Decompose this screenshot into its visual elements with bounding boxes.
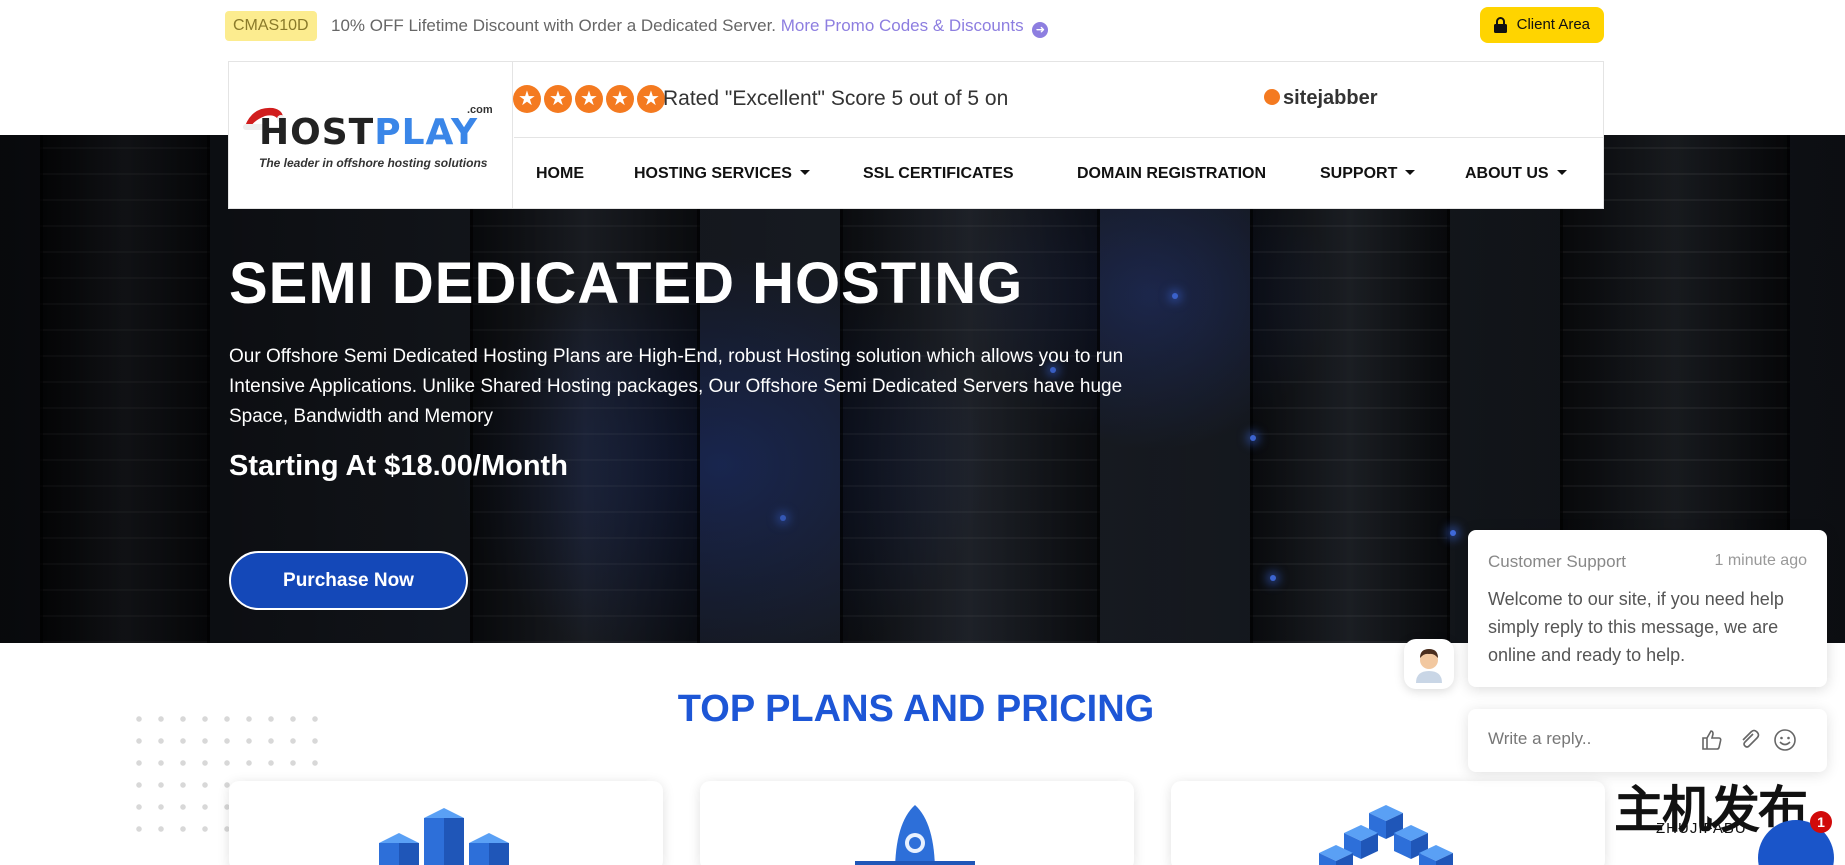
star-icon [513,85,541,113]
site-header: HOSTPLAY .com The leader in offshore hos… [228,61,1604,209]
main-nav: HOME HOSTING SERVICES SSL CERTIFICATES D… [514,139,1604,209]
watermark-en: ZHUJIFABU [1656,820,1747,837]
rating-bar: Rated "Excellent" Score 5 out of 5 on si… [513,62,1604,138]
caret-down-icon [1556,170,1567,175]
nav-item-about-us[interactable]: ABOUT US [1465,165,1567,183]
promo-bar: CMAS10D 10% OFF Lifetime Discount with O… [0,0,1845,50]
sitejabber-logo[interactable]: sitejabber [1264,87,1377,110]
nav-item-domain-registration[interactable]: DOMAIN REGISTRATION [1077,165,1266,183]
nav-item-hosting-services[interactable]: HOSTING SERVICES [634,165,810,183]
nav-item-ssl-certificates[interactable]: SSL CERTIFICATES [863,165,1014,183]
promo-text: 10% OFF Lifetime Discount with Order a D… [331,16,777,35]
lock-icon [1494,17,1507,33]
nav-item-home[interactable]: HOME [536,165,584,183]
emoji-icon[interactable] [1773,728,1797,752]
chat-reply-input[interactable] [1488,729,1688,749]
chat-message: Welcome to our site, if you need help si… [1488,589,1784,665]
caret-down-icon [1405,170,1416,175]
logo-domain: .com [467,104,493,116]
star-icon [575,85,603,113]
thumbs-up-icon[interactable] [1700,728,1724,752]
cubes-icon [1319,805,1453,865]
chat-sender: Customer Support [1488,552,1626,571]
caret-down-icon [799,170,810,175]
paperclip-icon[interactable] [1737,728,1761,752]
promo-message: 10% OFF Lifetime Discount with Order a D… [331,16,1049,38]
plan-card[interactable] [700,781,1134,865]
client-area-button[interactable]: Client Area [1480,7,1604,43]
purchase-now-button[interactable]: Purchase Now [229,551,468,610]
star-icon [544,85,572,113]
chat-reply-box [1468,709,1827,772]
rocket-icon [855,805,975,865]
site-logo[interactable]: HOSTPLAY .com The leader in offshore hos… [229,62,513,208]
buildings-icon [379,808,509,865]
plan-card[interactable] [1171,781,1605,865]
client-area-label: Client Area [1516,16,1590,33]
star-icon [637,85,665,113]
hero-title: SEMI DEDICATED HOSTING [229,251,1024,316]
promo-link[interactable]: More Promo Codes & Discounts [781,16,1024,35]
logo-tagline: The leader in offshore hosting solutions [259,156,488,170]
chat-message-card: Customer Support 1 minute ago Welcome to… [1468,530,1827,687]
hero-price: Starting At $18.00/Month [229,450,568,482]
star-icon [606,85,634,113]
sitejabber-icon [1264,89,1280,105]
support-agent-avatar[interactable] [1404,639,1454,689]
agent-icon [1416,649,1442,683]
promo-code-badge: CMAS10D [225,11,317,41]
arrow-right-circle-icon[interactable]: ➜ [1032,22,1049,38]
logo-wordmark: HOSTPLAY [259,112,479,153]
nav-item-support[interactable]: SUPPORT [1320,165,1416,183]
plan-card[interactable] [229,781,663,865]
chat-timestamp: 1 minute ago [1714,552,1807,569]
unread-badge: 1 [1810,811,1832,833]
hero-description: Our Offshore Semi Dedicated Hosting Plan… [229,346,1124,427]
rating-text: Rated "Excellent" Score 5 out of 5 on [663,87,1009,110]
